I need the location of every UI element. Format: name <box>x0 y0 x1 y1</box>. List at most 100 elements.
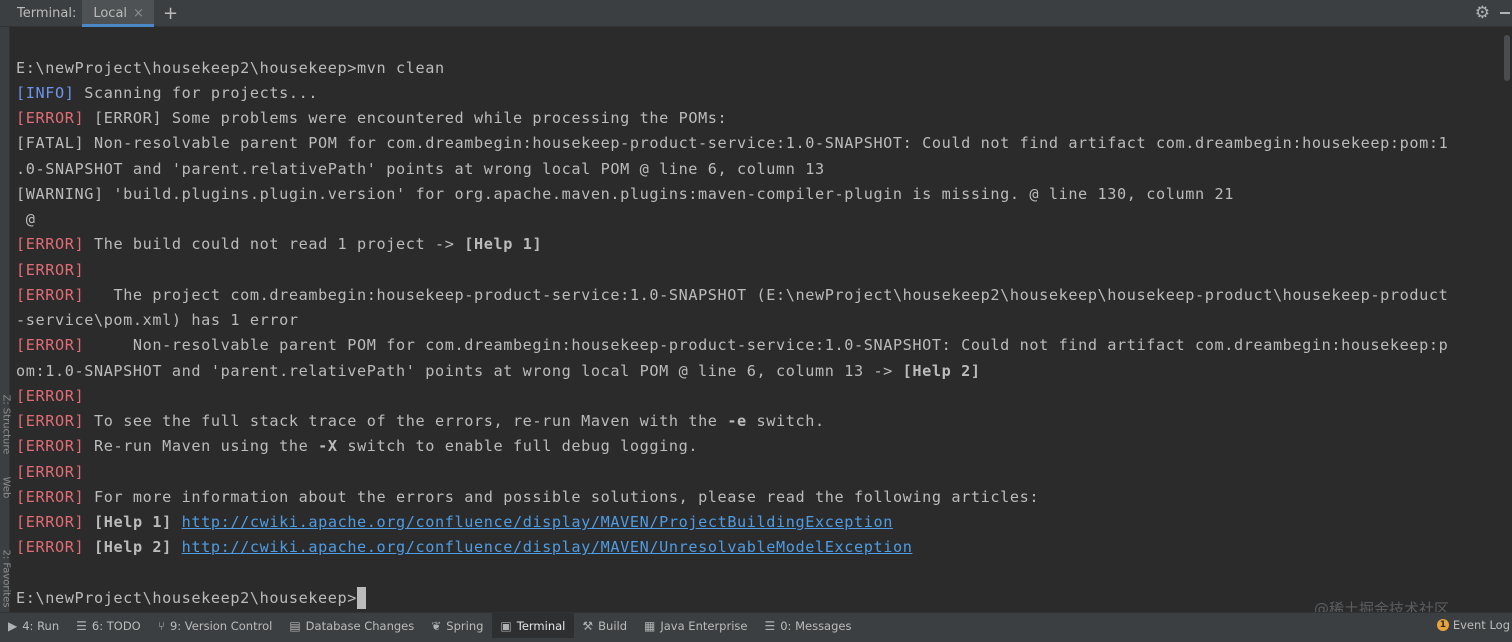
event-log-button[interactable]: 1 Event Log <box>1436 612 1510 638</box>
todo-icon: ☰ <box>76 618 87 633</box>
version-control-icon: ⑂ <box>157 618 165 633</box>
log-text: For more information about the errors an… <box>84 488 1040 506</box>
terminal-line: [FATAL] Non-resolvable parent POM for co… <box>16 132 1448 154</box>
help-reference: [Help 2] <box>902 362 981 380</box>
terminal-line: [ERROR] <box>16 385 84 407</box>
terminal-line: -service\pom.xml) has 1 error <box>16 309 299 331</box>
scrollbar[interactable] <box>1502 27 1512 612</box>
minimize-icon[interactable] <box>1500 5 1510 19</box>
log-level-tag: [ERROR] <box>16 336 85 354</box>
left-strip-labels: Z: Structure Web 2: Favorites <box>0 387 12 637</box>
log-text: switch. <box>746 412 825 430</box>
help-link[interactable]: http://cwiki.apache.org/confluence/displ… <box>182 513 893 531</box>
log-level-tag: [ERROR] <box>16 488 85 506</box>
tool-tab-terminal[interactable]: ▣ Terminal <box>492 612 575 639</box>
terminal-line: [ERROR] [ERROR] Some problems were encou… <box>16 107 727 129</box>
tool-tab-label: 6: TODO <box>91 618 141 633</box>
tool-tab-label: 9: Version Control <box>169 618 273 633</box>
tool-tab-label: Build <box>598 618 628 633</box>
log-level-tag: [ERROR] <box>16 109 85 127</box>
log-text: The project com.dreambegin:housekeep-pro… <box>84 286 1449 304</box>
tool-tab-label: Spring <box>446 618 484 633</box>
tool-tab-java-enterprise[interactable]: ▦ Java Enterprise <box>636 613 756 639</box>
terminal-line: [ERROR] <box>16 461 84 483</box>
scrollbar-thumb[interactable] <box>1504 35 1510 81</box>
terminal-output[interactable]: E:\newProject\housekeep2\housekeep>mvn c… <box>10 27 1502 612</box>
terminal-line: E:\newProject\housekeep2\housekeep>mvn c… <box>16 57 445 79</box>
java-enterprise-icon: ▦ <box>644 618 656 633</box>
log-level-tag: [ERROR] <box>16 261 85 279</box>
help-reference: -X <box>318 437 338 455</box>
text-cursor <box>357 587 367 609</box>
tool-window-bar: ▶ 4: Run ☰ 6: TODO ⑂ 9: Version Control ▤ Datab… <box>0 612 1512 639</box>
terminal-line: [ERROR] [Help 2] http://cwiki.apache.org… <box>16 536 912 558</box>
log-text: E:\newProject\housekeep2\housekeep>mvn c… <box>16 59 445 77</box>
terminal-line: @ <box>16 208 36 230</box>
log-text: Re-run Maven using the <box>84 437 319 455</box>
log-text: E:\newProject\housekeep2\housekeep> <box>16 589 358 607</box>
tool-tab-6-todo[interactable]: ☰ 6: TODO <box>68 613 150 639</box>
log-level-tag: [ERROR] <box>16 286 85 304</box>
log-text: om:1.0-SNAPSHOT and 'parent.relativePath… <box>16 362 903 380</box>
tool-tab-label: Java Enterprise <box>660 618 748 633</box>
tool-tab-build[interactable]: ⚒ Build <box>574 613 636 639</box>
tool-tab-0-messages[interactable]: ☰ 0: Messages <box>756 613 860 639</box>
tool-tab-database-changes[interactable]: ▤ Database Changes <box>281 613 423 639</box>
tab-local-label: Local <box>93 5 128 21</box>
terminal-line: [ERROR] For more information about the e… <box>16 486 1039 508</box>
terminal-line: E:\newProject\housekeep2\housekeep> <box>16 587 367 609</box>
tool-tab-label: 4: Run <box>22 618 60 633</box>
help-reference: -e <box>727 412 747 430</box>
log-text: [ERROR] Some problems were encountered w… <box>84 109 728 127</box>
log-text: To see the full stack trace of the error… <box>84 412 728 430</box>
event-log-label: Event Log <box>1452 618 1510 632</box>
log-level-tag: [ERROR] <box>16 235 85 253</box>
terminal-line: [ERROR] The project com.dreambegin:house… <box>16 284 1448 306</box>
terminal-line: .0-SNAPSHOT and 'parent.relativePath' po… <box>16 158 825 180</box>
log-text: -service\pom.xml) has 1 error <box>16 311 299 329</box>
log-text: switch to enable full debug logging. <box>337 437 699 455</box>
terminal-line: [ERROR] The build could not read 1 proje… <box>16 233 542 255</box>
terminal-line: [INFO] Scanning for projects... <box>16 82 318 104</box>
log-text: [WARNING] 'build.plugins.plugin.version'… <box>16 185 1234 203</box>
tool-tab-spring[interactable]: ❦ Spring <box>423 613 492 639</box>
terminal-line: [ERROR] <box>16 259 84 281</box>
gear-icon[interactable]: ⚙ <box>1475 3 1490 23</box>
tool-tab-9-version-control[interactable]: ⑂ 9: Version Control <box>150 613 282 639</box>
log-text: Non-resolvable parent POM for com.dreamb… <box>84 336 1449 354</box>
terminal-toolbar: Terminal: Local × + ⚙ <box>0 0 1512 27</box>
build-icon: ⚒ <box>582 618 594 633</box>
help-link[interactable]: http://cwiki.apache.org/confluence/displ… <box>182 538 913 556</box>
log-text: Scanning for projects... <box>74 84 319 102</box>
log-level-tag: [ERROR] <box>16 387 85 405</box>
notification-badge: 1 <box>1436 619 1449 631</box>
log-text: The build could not read 1 project -> <box>84 235 465 253</box>
terminal-line: om:1.0-SNAPSHOT and 'parent.relativePath… <box>16 360 981 382</box>
terminal-line: [ERROR] [Help 1] http://cwiki.apache.org… <box>16 511 893 533</box>
run-icon: ▶ <box>8 618 18 633</box>
tool-tab-label: 0: Messages <box>780 618 852 633</box>
tab-local[interactable]: Local × <box>82 0 154 27</box>
close-icon[interactable]: × <box>133 6 144 21</box>
messages-icon: ☰ <box>764 618 776 633</box>
database-icon: ▤ <box>289 618 301 633</box>
new-session-button[interactable]: + <box>163 0 178 27</box>
log-level-tag: [ERROR] <box>16 513 85 531</box>
log-text: .0-SNAPSHOT and 'parent.relativePath' po… <box>16 160 825 178</box>
terminal-icon: ▣ <box>500 618 512 633</box>
terminal-line: [WARNING] 'build.plugins.plugin.version'… <box>16 183 1234 205</box>
status-bar <box>0 638 1512 642</box>
tool-tab-label: Database Changes <box>305 618 415 633</box>
tool-tab-4-run[interactable]: ▶ 4: Run <box>0 613 68 639</box>
terminal-line: [ERROR] Non-resolvable parent POM for co… <box>16 334 1448 356</box>
left-tool-strip: Z: Structure Web 2: Favorites <box>0 27 12 612</box>
log-text: [FATAL] Non-resolvable parent POM for co… <box>16 134 1449 152</box>
log-text: @ <box>16 210 36 228</box>
log-level-tag: [ERROR] <box>16 538 85 556</box>
help-reference: [Help 2] <box>93 538 172 556</box>
terminal-label: Terminal: <box>17 5 77 21</box>
log-level-tag: [INFO] <box>16 84 75 102</box>
